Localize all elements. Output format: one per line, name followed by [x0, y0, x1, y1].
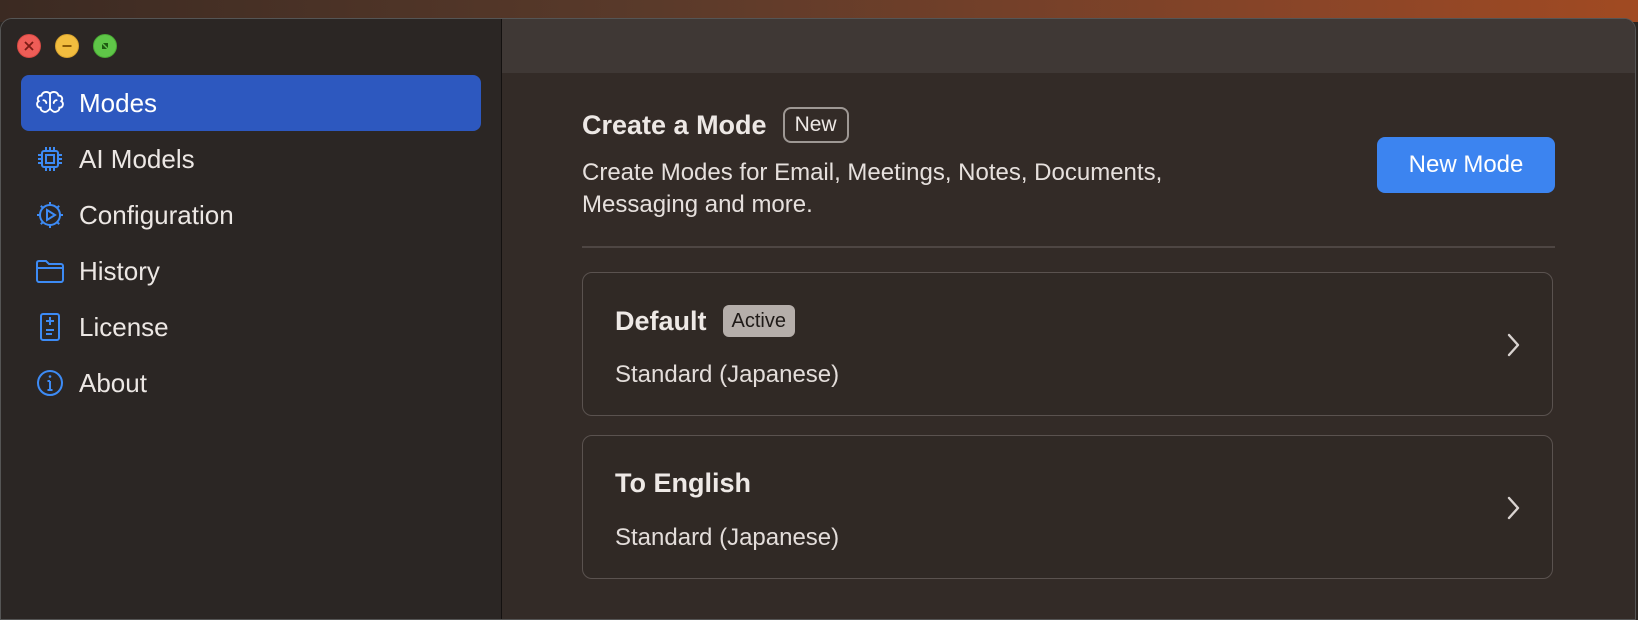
- sidebar-item-label: About: [79, 367, 147, 398]
- document-icon: [35, 312, 65, 342]
- sidebar-item-label: AI Models: [79, 143, 195, 174]
- sidebar-item-license[interactable]: License: [21, 299, 481, 355]
- sidebar-item-label: Modes: [79, 87, 158, 118]
- create-mode-description: Create Modes for Email, Meetings, Notes,…: [582, 159, 1163, 218]
- brain-icon: [35, 88, 65, 118]
- divider: [582, 246, 1555, 248]
- sidebar-item-label: Configuration: [79, 199, 234, 230]
- active-badge: Active: [722, 305, 795, 337]
- new-badge: New: [782, 107, 849, 143]
- mode-subtitle: Standard (Japanese): [615, 361, 840, 388]
- mode-name: Default: [615, 305, 707, 336]
- folder-icon: [35, 256, 65, 286]
- gear-icon: [35, 200, 65, 230]
- sidebar: Modes AI Models Configuration History Li…: [1, 19, 502, 619]
- new-mode-button[interactable]: New Mode: [1377, 137, 1555, 193]
- main-content: Create a Mode New Create Modes for Email…: [502, 19, 1635, 619]
- sidebar-item-label: License: [79, 311, 169, 342]
- sidebar-item-history[interactable]: History: [21, 243, 481, 299]
- mode-name: To English: [615, 468, 751, 498]
- fullscreen-icon[interactable]: [93, 34, 117, 58]
- mode-subtitle: Standard (Japanese): [615, 524, 840, 551]
- chevron-right-icon: [1507, 333, 1520, 357]
- create-mode-title: Create a Mode: [582, 109, 767, 140]
- sidebar-nav: Modes AI Models Configuration History Li…: [21, 75, 481, 411]
- minimize-icon[interactable]: [55, 34, 79, 58]
- sidebar-item-modes[interactable]: Modes: [21, 75, 481, 131]
- mode-card-to-english[interactable]: To English Standard (Japanese): [582, 435, 1553, 579]
- sidebar-item-ai-models[interactable]: AI Models: [21, 131, 481, 187]
- sidebar-item-configuration[interactable]: Configuration: [21, 187, 481, 243]
- sidebar-item-about[interactable]: About: [21, 355, 481, 411]
- app-window: Modes AI Models Configuration History Li…: [0, 18, 1636, 620]
- close-icon[interactable]: [17, 34, 41, 58]
- chevron-right-icon: [1507, 496, 1520, 520]
- mode-card-title-row: Default Active: [615, 305, 795, 337]
- window-controls: [17, 34, 117, 58]
- mode-card-title-row: To English: [615, 468, 751, 499]
- sidebar-item-label: History: [79, 255, 160, 286]
- mode-card-default[interactable]: Default Active Standard (Japanese): [582, 272, 1553, 416]
- toolbar: [502, 19, 1635, 73]
- info-icon: [35, 368, 65, 398]
- chip-icon: [35, 144, 65, 174]
